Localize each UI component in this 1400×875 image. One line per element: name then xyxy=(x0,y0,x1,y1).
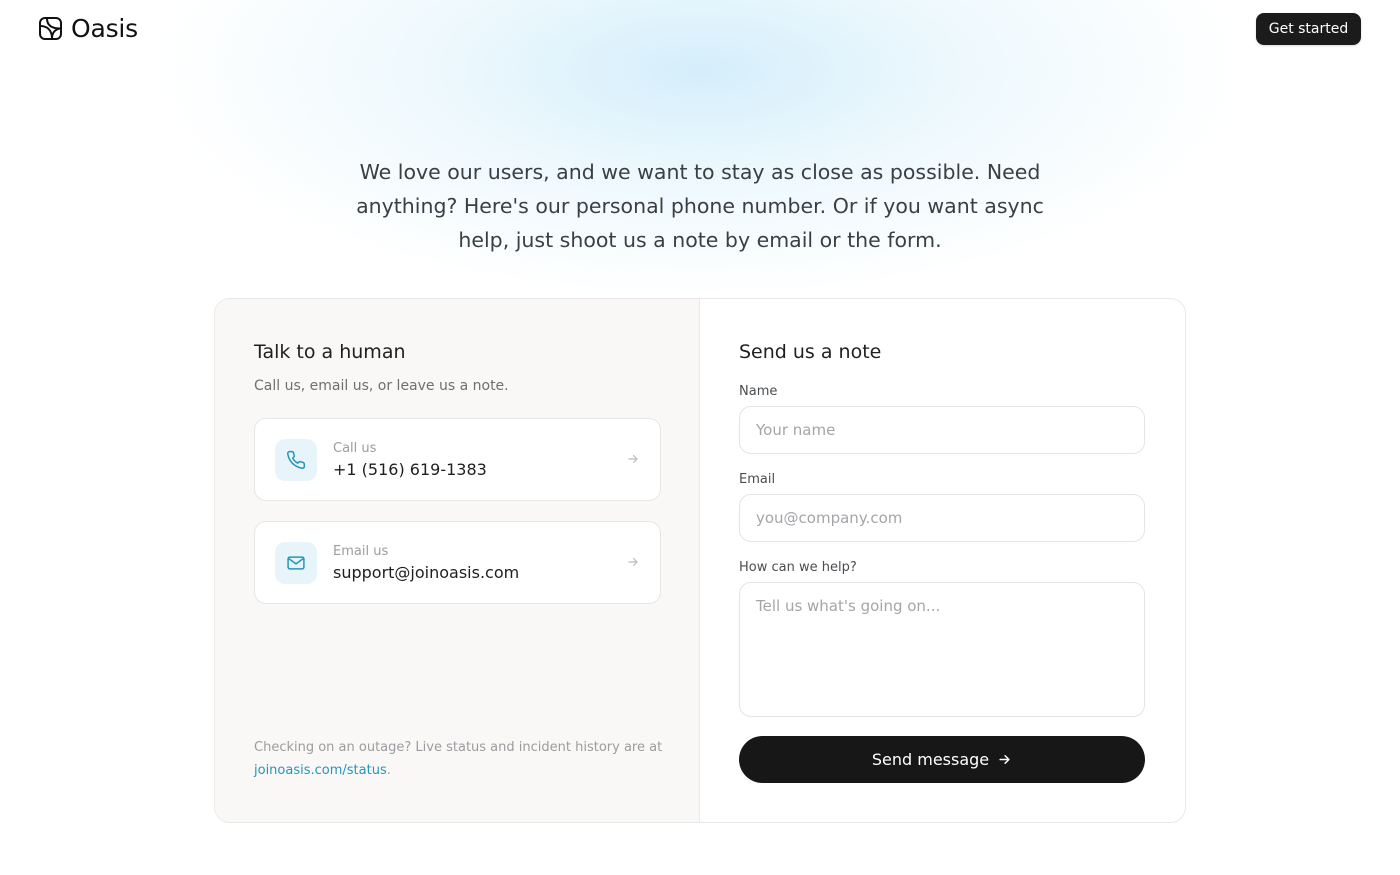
call-us-label: Call us xyxy=(333,441,377,456)
get-started-button[interactable]: Get started xyxy=(1256,13,1361,45)
phone-number[interactable]: +1 (516) 619-1383 xyxy=(333,460,487,479)
email-input[interactable] xyxy=(739,494,1145,542)
status-note: Checking on an outage? Live status and i… xyxy=(254,736,674,782)
message-textarea[interactable] xyxy=(739,582,1145,717)
email-us-label: Email us xyxy=(333,544,389,559)
status-note-suffix: . xyxy=(386,763,391,778)
email-label: Email xyxy=(739,472,776,487)
help-label: How can we help? xyxy=(739,560,857,575)
status-note-text: Checking on an outage? Live status and i… xyxy=(254,740,663,755)
brand-name: Oasis xyxy=(71,14,138,43)
brand-logo[interactable]: Oasis xyxy=(38,14,138,43)
contact-page: Oasis Get started We love our users, and… xyxy=(0,0,1400,875)
form-title: Send us a note xyxy=(739,341,882,363)
mail-icon xyxy=(275,542,317,584)
intro-text: We love our users, and we want to stay a… xyxy=(356,160,1044,252)
oasis-logo-icon xyxy=(38,16,63,41)
panel-title: Talk to a human xyxy=(254,341,406,363)
send-message-button[interactable]: Send message xyxy=(739,736,1145,783)
phone-icon xyxy=(275,439,317,481)
call-us-card[interactable]: Call us +1 (516) 619-1383 xyxy=(254,418,661,501)
email-us-card[interactable]: Email us support@joinoasis.com xyxy=(254,521,661,604)
contact-card: Talk to a human Call us, email us, or le… xyxy=(214,298,1186,823)
talk-to-human-panel: Talk to a human Call us, email us, or le… xyxy=(215,299,700,822)
arrow-right-icon xyxy=(626,555,640,569)
send-note-panel: Send us a note Name Email How can we hel… xyxy=(700,299,1185,822)
support-email[interactable]: support@joinoasis.com xyxy=(333,563,519,582)
arrow-right-icon xyxy=(997,752,1012,767)
status-link[interactable]: joinoasis.com/status xyxy=(254,763,387,778)
panel-subtitle: Call us, email us, or leave us a note. xyxy=(254,378,509,394)
name-label: Name xyxy=(739,384,778,399)
send-message-label: Send message xyxy=(871,750,990,769)
arrow-right-icon xyxy=(626,452,640,466)
name-input[interactable] xyxy=(739,406,1145,454)
